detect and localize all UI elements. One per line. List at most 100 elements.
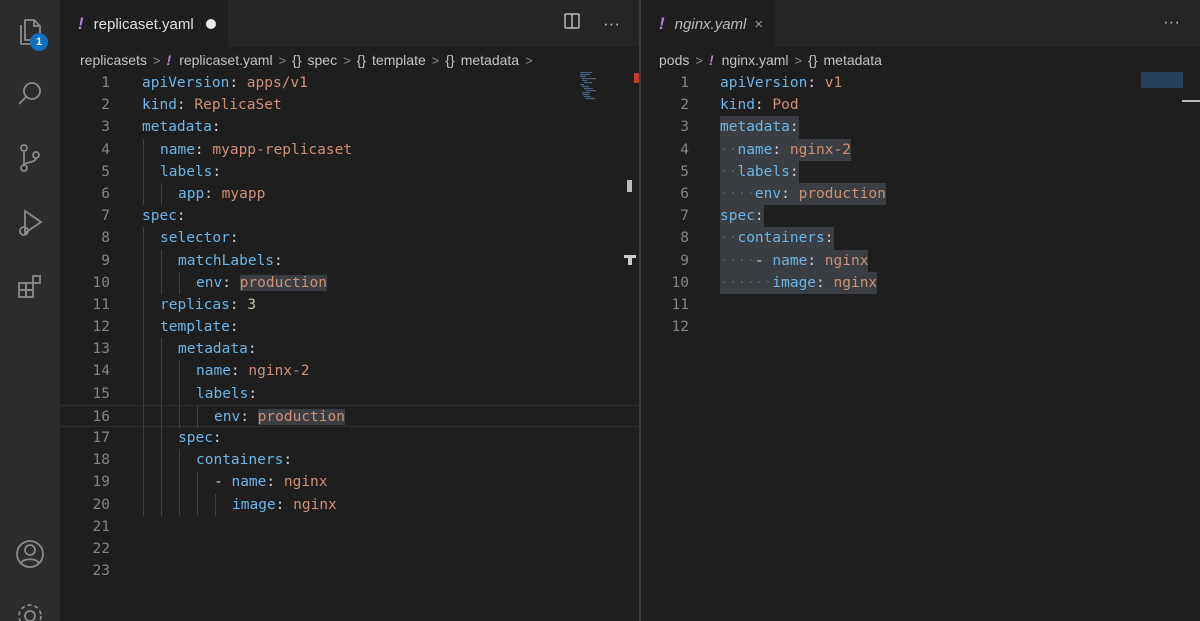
line-number: 2 [101,97,110,114]
minimap-viewport[interactable] [1141,72,1183,88]
left-editor-group: ! replicaset.yaml ··· replicasets > ! re… [60,0,640,621]
code-line[interactable]: 3 metadata: [641,116,1200,139]
split-editor-icon[interactable] [563,12,581,35]
source-control-icon[interactable] [12,140,48,176]
more-actions-icon[interactable]: ··· [603,14,620,34]
code-editor[interactable]: 1 apiVersion: v1 2 kind: Pod 3 metadata: 4 ··na… [641,72,1200,338]
code-text: labels: [160,163,222,180]
search-icon[interactable] [12,76,48,112]
code-line[interactable]: 3 metadata: [60,116,640,138]
code-line[interactable]: 6 app: myapp [60,182,640,206]
code-line[interactable]: 1 apiVersion: v1 [641,72,1200,94]
line-number: 23 [92,563,110,580]
tab-replicaset-yaml[interactable]: ! replicaset.yaml [60,0,228,47]
scrollbar-thumb[interactable] [1182,100,1200,102]
breadcrumb-item[interactable]: metadata [461,52,519,68]
code-line[interactable]: 1 apiVersion: apps/v1 [60,72,640,94]
tab-nginx-yaml[interactable]: ! nginx.yaml × [641,0,776,47]
line-number: 9 [680,252,689,269]
indent-guide [179,493,180,516]
breadcrumb-item[interactable]: replicasets [80,52,147,68]
code-line[interactable]: 2 kind: Pod [641,94,1200,116]
code-line[interactable]: 23 [60,560,640,582]
code-text: labels: [196,385,258,402]
indent-guide [143,249,144,272]
yaml-key: apiVersion [720,75,808,91]
line-number: 9 [101,252,110,269]
code-line[interactable]: 17 spec: [60,427,640,450]
code-line[interactable]: 8 selector: [60,227,640,250]
line-number: 7 [680,208,689,225]
code-line[interactable]: 7 spec: [641,205,1200,228]
breadcrumb-item[interactable]: metadata [824,52,882,68]
code-text: template: [160,319,239,336]
more-actions-icon[interactable]: ··· [1163,12,1180,32]
code-line[interactable]: 14 name: nginx-2 [60,360,640,383]
chevron-right-icon: > [525,52,533,68]
breadcrumb: replicasets > ! replicaset.yaml > {} spe… [60,47,640,73]
object-icon: {} [292,52,302,68]
breadcrumb-item[interactable]: pods [659,52,689,68]
code-line[interactable]: 11 [641,294,1200,316]
code-line[interactable]: 12 [641,316,1200,338]
code-line[interactable]: 8 ··containers: [641,227,1200,250]
code-text: ····- name: nginx [720,249,869,272]
code-editor[interactable]: 1 apiVersion: apps/v1 2 kind: ReplicaSet 3 me… [60,72,640,582]
yaml-value: apps/v1 [246,75,308,91]
code-line[interactable]: 10 ······image: nginx [641,271,1200,294]
code-line[interactable]: 13 metadata: [60,338,640,361]
yaml-file-icon: ! [166,52,172,68]
code-line[interactable]: 16 env: production [60,404,640,428]
yaml-key: spec [720,208,755,225]
code-line[interactable]: 9 ····- name: nginx [641,249,1200,272]
code-line[interactable]: 4 ··name: nginx-2 [641,138,1200,161]
code-line[interactable]: 11 replicas: 3 [60,293,640,317]
code-line[interactable]: 20 image: nginx [60,493,640,516]
code-line[interactable]: 5 labels: [60,160,640,183]
minimap[interactable] [580,72,608,102]
code-line[interactable]: 19 - name: nginx [60,471,640,494]
code-line[interactable]: 21 [60,516,640,538]
account-icon[interactable] [12,536,48,572]
yaml-value: production [798,185,886,202]
indent-guide [143,493,144,516]
code-line[interactable]: 6 ····env: production [641,182,1200,206]
yaml-value: Pod [772,97,799,114]
line-number: 3 [101,119,110,136]
code-line[interactable]: 2 kind: ReplicaSet [60,94,640,116]
code-line[interactable]: 18 containers: [60,449,640,472]
yaml-key: labels [160,163,213,180]
whitespace-marker: ·· [720,230,738,247]
close-icon[interactable]: × [754,16,763,33]
run-debug-icon[interactable] [12,205,48,241]
indent-guide [179,405,180,428]
indent-guide [161,249,162,272]
yaml-value: nginx [283,474,328,491]
yaml-value: nginx [824,252,869,269]
code-line[interactable]: 12 template: [60,316,640,339]
whitespace-marker: ······ [720,274,773,291]
line-number: 21 [92,518,110,535]
code-line[interactable]: 22 [60,538,640,560]
indent-guide [143,338,144,361]
code-line[interactable]: 15 labels: [60,382,640,405]
code-line[interactable]: 4 name: myapp-replicaset [60,138,640,161]
yaml-key: apiVersion [142,75,230,91]
code-line[interactable]: 9 matchLabels: [60,249,640,272]
right-tab-bar: ! nginx.yaml × ··· [641,0,1200,47]
settings-gear-icon[interactable] [12,598,48,621]
indent-guide [179,271,180,294]
breadcrumb-item[interactable]: spec [308,52,338,68]
line-number: 12 [92,319,110,336]
extensions-icon[interactable] [12,270,48,306]
scrollbar-thumb[interactable] [627,180,632,192]
code-line[interactable]: 5 ··labels: [641,160,1200,183]
line-number: 18 [92,452,110,469]
line-number: 1 [101,75,110,91]
code-line[interactable]: 10 env: production [60,271,640,294]
code-line[interactable]: 7 spec: [60,205,640,227]
breadcrumb-item[interactable]: replicaset.yaml [179,52,272,68]
unsaved-dot-icon[interactable] [205,19,216,29]
breadcrumb-item[interactable]: template [372,52,426,68]
breadcrumb-item[interactable]: nginx.yaml [722,52,789,68]
